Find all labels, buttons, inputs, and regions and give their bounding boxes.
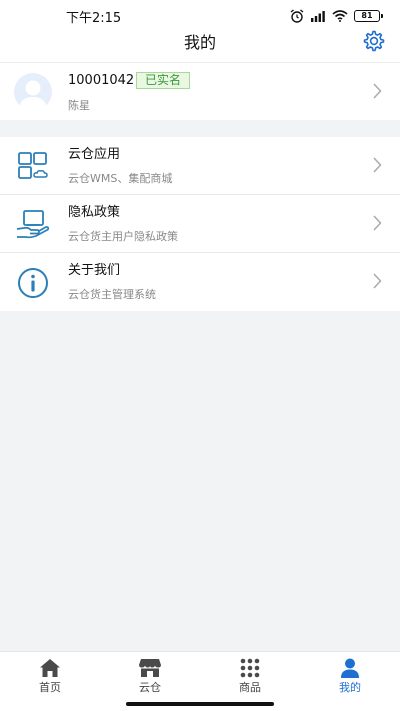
menu-item-about-us[interactable]: 关于我们 云仓货主管理系统: [0, 253, 400, 311]
menu-item-title: 隐私政策: [68, 205, 121, 220]
status-icons: 81: [290, 9, 383, 23]
user-id: 10001042: [68, 73, 135, 88]
user-name: 陈星: [68, 99, 90, 112]
signal-icon: [311, 11, 325, 22]
menu-item-cloud-apps[interactable]: 云仓应用 云仓WMS、集配商城: [0, 137, 400, 195]
chevron-right-icon: [373, 157, 382, 173]
menu-item-title: 云仓应用: [68, 147, 121, 162]
tab-home[interactable]: 首页: [0, 652, 100, 711]
status-time: 下午2:15: [66, 10, 122, 26]
tab-label: 商品: [239, 681, 261, 694]
menu-item-privacy-policy[interactable]: 隐私政策 云仓货主用户隐私政策: [0, 195, 400, 253]
home-icon: [40, 659, 60, 677]
tab-label: 云仓: [139, 681, 161, 694]
profile-card[interactable]: 10001042 已实名 陈星: [0, 62, 400, 120]
status-bar: 下午2:15 81: [0, 0, 400, 32]
home-indicator: [126, 702, 274, 706]
menu-item-subtitle: 云仓货主用户隐私政策: [68, 230, 178, 243]
menu-item-title: 关于我们: [68, 263, 121, 278]
chevron-right-icon: [373, 273, 382, 289]
verified-badge: 已实名: [136, 72, 191, 89]
apps-grid-icon: [18, 152, 48, 179]
menu-item-subtitle: 云仓WMS、集配商城: [68, 172, 173, 185]
alarm-icon: [290, 9, 304, 23]
section-divider: [0, 120, 400, 137]
gear-icon[interactable]: [362, 29, 386, 53]
chevron-right-icon: [373, 83, 382, 99]
wifi-icon: [332, 10, 348, 22]
store-icon: [139, 659, 161, 677]
user-avatar-icon: [19, 80, 47, 111]
menu-list: 云仓应用 云仓WMS、集配商城 隐私政策 云仓货主用户隐私政策 关于我们 云仓货…: [0, 137, 400, 311]
dots-grid-icon: [240, 658, 260, 678]
chevron-right-icon: [373, 215, 382, 231]
page-title: 我的: [183, 33, 216, 52]
tab-label: 首页: [39, 681, 61, 694]
info-icon: [18, 268, 48, 298]
avatar: [14, 73, 52, 111]
battery-icon: 81: [354, 10, 383, 22]
tab-label: 我的: [339, 681, 361, 694]
tab-mine[interactable]: 我的: [300, 652, 400, 711]
user-icon: [341, 658, 359, 678]
privacy-hand-icon: [16, 210, 50, 239]
menu-item-subtitle: 云仓货主管理系统: [68, 288, 156, 301]
